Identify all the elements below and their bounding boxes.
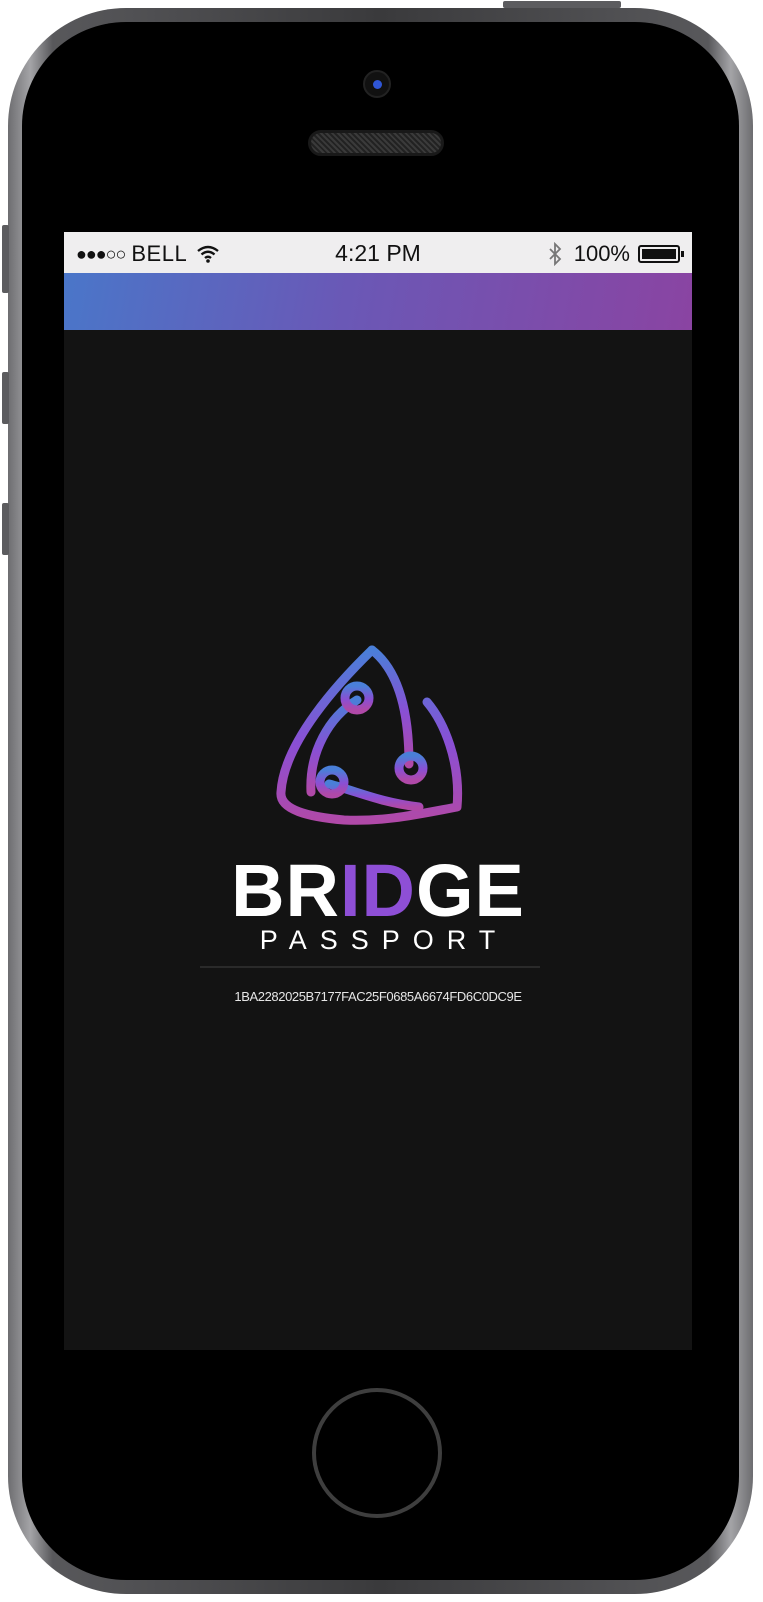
brand-prefix: BR — [231, 849, 340, 932]
volume-up-button — [2, 372, 9, 424]
device-id: 1BA2282025B7177FAC25F0685A6674FD6C0DC9E — [234, 989, 522, 1004]
battery-percent: 100% — [573, 241, 630, 266]
battery-icon — [638, 245, 684, 263]
brand-subtitle: PASSPORT — [259, 925, 509, 955]
status-right: 100% — [548, 241, 684, 267]
brand-accent: ID — [339, 849, 416, 932]
brand-wordmark: BRIDGE — [64, 854, 692, 928]
bluetooth-icon — [549, 242, 561, 266]
volume-down-button — [2, 503, 9, 555]
status-bar: ●●●○○ BELL 4:21 PM 100% — [64, 232, 692, 273]
mute-switch — [2, 225, 9, 293]
power-button — [503, 1, 621, 8]
app-screen: ●●●○○ BELL 4:21 PM 100% BRIDGE PASSPORT … — [64, 232, 692, 1350]
divider — [200, 966, 540, 968]
header-bar — [64, 273, 692, 330]
earpiece-speaker — [308, 130, 444, 156]
home-button[interactable] — [312, 1388, 442, 1518]
bridge-logo-icon — [276, 645, 463, 825]
brand-suffix: GE — [415, 849, 525, 932]
front-camera — [363, 70, 391, 98]
